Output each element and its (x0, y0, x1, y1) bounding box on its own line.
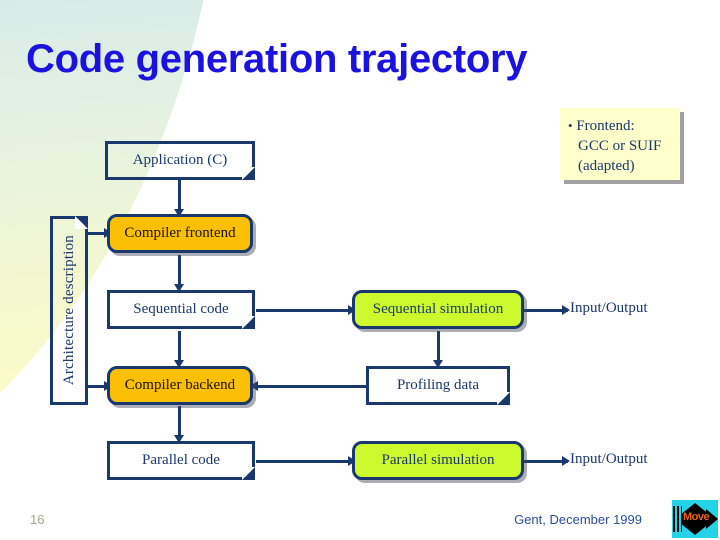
label-input-output-bottom: Input/Output (570, 451, 648, 467)
node-sequential-simulation[interactable]: Sequential simulation (352, 290, 524, 329)
page-title: Code generation trajectory (26, 37, 528, 81)
note-line-1: Frontend: (576, 118, 635, 134)
connector-profiling-to-backend (256, 385, 366, 388)
node-compiler-frontend[interactable]: Compiler frontend (107, 214, 253, 253)
connector-backend-to-parcode (178, 406, 181, 438)
slide-venue: Gent, December 1999 (514, 512, 642, 527)
node-parallel-code-label: Parallel code (142, 452, 220, 468)
node-compiler-backend-label: Compiler backend (124, 377, 236, 393)
connector-parcode-to-parsim (256, 460, 352, 463)
node-architecture-description[interactable]: Architecture description (50, 216, 88, 405)
node-parallel-simulation[interactable]: Parallel simulation (352, 441, 524, 480)
node-parallel-simulation-label: Parallel simulation (381, 452, 495, 468)
connector-application-to-frontend (178, 180, 181, 212)
connector-frontend-to-seqcode (178, 255, 181, 287)
slide-number: 16 (30, 512, 45, 527)
node-sequential-code-label: Sequential code (133, 301, 229, 317)
node-application[interactable]: Application (C) (105, 141, 255, 180)
arrowhead-right-io-bottom (562, 456, 570, 466)
node-compiler-frontend-label: Compiler frontend (124, 225, 236, 241)
move-logo-word: Move (682, 511, 710, 523)
node-application-label: Application (C) (132, 152, 228, 168)
node-compiler-backend[interactable]: Compiler backend (107, 366, 253, 405)
connector-seqsim-to-profiling (437, 331, 440, 363)
label-input-output-top: Input/Output (570, 300, 648, 316)
move-logo: Move (672, 500, 718, 538)
callout-frontend-note: • Frontend: GCC or SUIF (adapted) (560, 108, 680, 180)
arrowhead-right-io-top (562, 305, 570, 315)
note-line-3: (adapted) (578, 158, 635, 174)
node-sequential-simulation-label: Sequential simulation (372, 301, 504, 317)
connector-seqcode-to-seqsim (256, 309, 352, 312)
note-line-2: GCC or SUIF (578, 138, 662, 154)
connector-seqcode-to-backend (178, 331, 181, 363)
node-parallel-code[interactable]: Parallel code (107, 441, 255, 480)
node-sequential-code[interactable]: Sequential code (107, 290, 255, 329)
node-profiling-data[interactable]: Profiling data (366, 366, 510, 405)
node-architecture-description-label: Architecture description (60, 235, 77, 386)
bullet-icon: • (568, 118, 573, 133)
node-profiling-data-label: Profiling data (396, 377, 480, 393)
slide-canvas: Code generation trajectory • Frontend: G… (0, 0, 720, 540)
